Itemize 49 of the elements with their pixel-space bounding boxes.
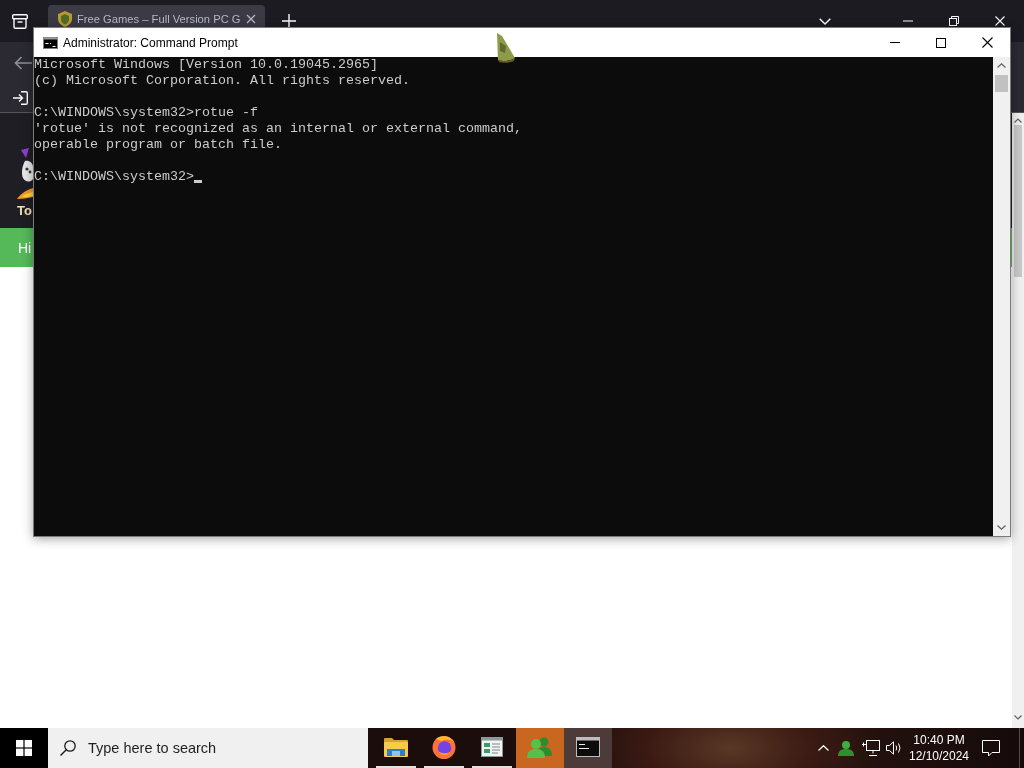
cone-icon: [495, 33, 515, 63]
console-line: C:\WINDOWS\system32>: [34, 169, 194, 184]
scrollbar-track[interactable]: [993, 57, 1010, 536]
scrollbar-thumb[interactable]: [995, 75, 1008, 92]
start-button[interactable]: [0, 728, 48, 768]
console-line: C:\WINDOWS\system32>rotue -f: [34, 105, 258, 120]
console-line: Microsoft Windows [Version 10.0.19045.2965]: [34, 57, 378, 72]
scrollbar-track[interactable]: [1012, 113, 1024, 728]
search-input[interactable]: Type here to search: [88, 740, 358, 756]
plus-icon[interactable]: [282, 14, 296, 28]
logo-drawing: [17, 148, 33, 200]
browser-tab[interactable]: Free Games – Full Version PC G: [48, 5, 265, 27]
caret-down-icon[interactable]: [1014, 715, 1022, 720]
search-field[interactable]: Type here to search: [48, 728, 368, 768]
sign-in-icon[interactable]: [13, 91, 28, 105]
person-icon[interactable]: [838, 740, 854, 756]
caret-up-icon[interactable]: [997, 63, 1006, 68]
clock-time[interactable]: 10:40 PM: [913, 732, 965, 748]
speaker-icon[interactable]: [886, 741, 902, 755]
restore-icon[interactable]: [949, 16, 959, 26]
people-icon: [527, 736, 553, 758]
console-line: (c) Microsoft Corporation. All rights reserved.: [34, 73, 410, 88]
taskbar-app[interactable]: [564, 728, 612, 768]
terminal-icon: [576, 737, 600, 757]
chevron-down-icon[interactable]: [819, 17, 831, 25]
terminal-icon: [43, 36, 58, 49]
console-line: 'rotue' is not recognized as an internal or external command,: [34, 121, 522, 136]
console-line: operable program or batch file.: [34, 137, 282, 152]
scrollbar-thumb[interactable]: [1014, 125, 1022, 277]
network-icon[interactable]: [862, 740, 880, 756]
banner-text: Hi: [18, 239, 32, 256]
search-icon: [60, 740, 76, 756]
box-icon[interactable]: [12, 13, 28, 29]
shield-icon: [58, 11, 72, 27]
notification-icon[interactable]: [982, 739, 1000, 757]
caret-up-icon[interactable]: [1014, 118, 1022, 123]
caret-down-icon[interactable]: [997, 525, 1006, 530]
close-icon[interactable]: [981, 37, 993, 48]
folder-icon: [384, 737, 408, 757]
close-icon[interactable]: [246, 14, 256, 24]
header-text: To: [17, 203, 32, 218]
globe-icon: [432, 735, 456, 759]
window-icon: [481, 737, 503, 757]
chevron-up-icon[interactable]: [817, 745, 829, 751]
clock-date[interactable]: 12/10/2024: [908, 748, 970, 764]
window-title: Administrator: Command Prompt: [63, 35, 238, 50]
windows-logo-icon: [16, 740, 32, 756]
maximize-icon[interactable]: [936, 37, 946, 48]
back-arrow-icon[interactable]: [14, 56, 32, 70]
